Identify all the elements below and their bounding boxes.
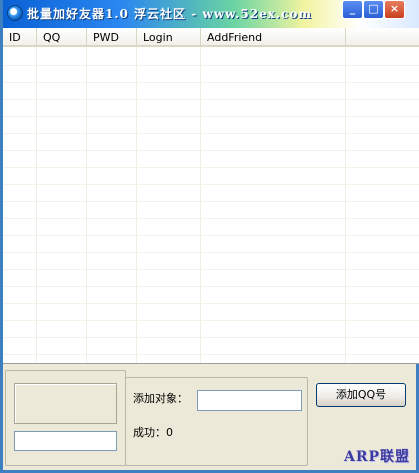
empty-row-line (3, 269, 419, 270)
qq-account-list[interactable]: ID QQ PWD Login AddFriend (3, 28, 419, 364)
app-icon (7, 5, 23, 21)
bottom-left-input[interactable] (14, 431, 117, 451)
column-divider (86, 47, 87, 363)
column-header-login[interactable]: Login (137, 28, 201, 47)
column-divider (200, 47, 201, 363)
target-input[interactable] (197, 390, 302, 411)
empty-row-line (3, 65, 419, 66)
empty-row-line (3, 354, 419, 355)
column-header-addfriend[interactable]: AddFriend (201, 28, 346, 47)
success-label-text: 成功： (133, 426, 166, 439)
empty-row-line (3, 82, 419, 83)
success-count: 0 (166, 426, 173, 439)
empty-row-line (3, 252, 419, 253)
empty-row-line (3, 150, 419, 151)
column-header-filler (346, 28, 419, 47)
empty-row-line (3, 303, 419, 304)
preview-box (14, 383, 117, 424)
column-header-id[interactable]: ID (3, 28, 37, 47)
column-divider (36, 47, 37, 363)
window-title: 批量加好友器1.0 浮云社区 - www.52ex.com (27, 7, 313, 21)
empty-row-line (3, 184, 419, 185)
empty-row-line (3, 235, 419, 236)
empty-row-line (3, 218, 419, 219)
close-button[interactable]: × (384, 0, 405, 19)
target-label: 添加对象： (133, 392, 188, 405)
column-header-qq[interactable]: QQ (37, 28, 87, 47)
column-divider (136, 47, 137, 363)
empty-row-line (3, 133, 419, 134)
empty-row-line (3, 201, 419, 202)
empty-row-line (3, 320, 419, 321)
empty-row-line (3, 337, 419, 338)
add-qq-button[interactable]: 添加QQ号 (316, 383, 406, 407)
empty-row-line (3, 116, 419, 117)
maximize-button[interactable]: □ (363, 0, 384, 19)
title-bar[interactable]: 批量加好友器1.0 浮云社区 - www.52ex.com _ □ × (3, 0, 419, 28)
success-label: 成功：0 (133, 424, 173, 440)
empty-row-line (3, 99, 419, 100)
column-header-pwd[interactable]: PWD (87, 28, 137, 47)
app-window: 批量加好友器1.0 浮云社区 - www.52ex.com _ □ × ID Q… (0, 0, 419, 473)
minimize-button[interactable]: _ (342, 0, 363, 19)
arp-watermark: ARP联盟 (343, 449, 410, 465)
column-divider (345, 47, 346, 363)
empty-row-line (3, 286, 419, 287)
empty-row-line (3, 167, 419, 168)
